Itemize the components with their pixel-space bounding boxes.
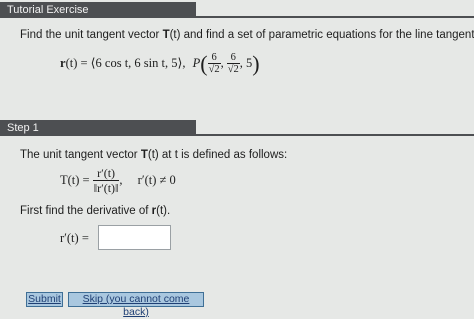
header-title: Tutorial Exercise bbox=[7, 4, 89, 16]
derivative-instruction: First find the derivative of r(t). bbox=[20, 205, 171, 217]
header-divider bbox=[196, 16, 474, 18]
step-label: Step 1 bbox=[7, 122, 39, 134]
unit-tangent-formula: T(t) = r′(t) ‖r′(t)‖, r′(t) ≠ 0 bbox=[60, 166, 176, 195]
point-y-fraction: 6 √2 bbox=[226, 52, 240, 75]
step-divider bbox=[196, 134, 474, 136]
derivative-answer-input[interactable] bbox=[98, 225, 171, 250]
point-x-fraction: 6 √2 bbox=[207, 52, 221, 75]
tutorial-header: Tutorial Exercise bbox=[0, 2, 196, 18]
unit-tangent-fraction: r′(t) ‖r′(t)‖ bbox=[92, 166, 120, 195]
step-header: Step 1 bbox=[0, 120, 196, 136]
step-intro: The unit tangent vector T(t) at t is def… bbox=[20, 149, 288, 161]
submit-button[interactable]: Submit bbox=[26, 292, 63, 307]
answer-label: r′(t) = bbox=[60, 231, 89, 245]
curve-and-point: r(t) = ⟨6 cos t, 6 sin t, 5⟩, P(6 √2, 6 √2,… bbox=[60, 51, 260, 76]
skip-button[interactable]: Skip (you cannot come back) bbox=[68, 292, 204, 318]
problem-statement: Find the unit tangent vector T(t) and fi… bbox=[20, 29, 474, 41]
